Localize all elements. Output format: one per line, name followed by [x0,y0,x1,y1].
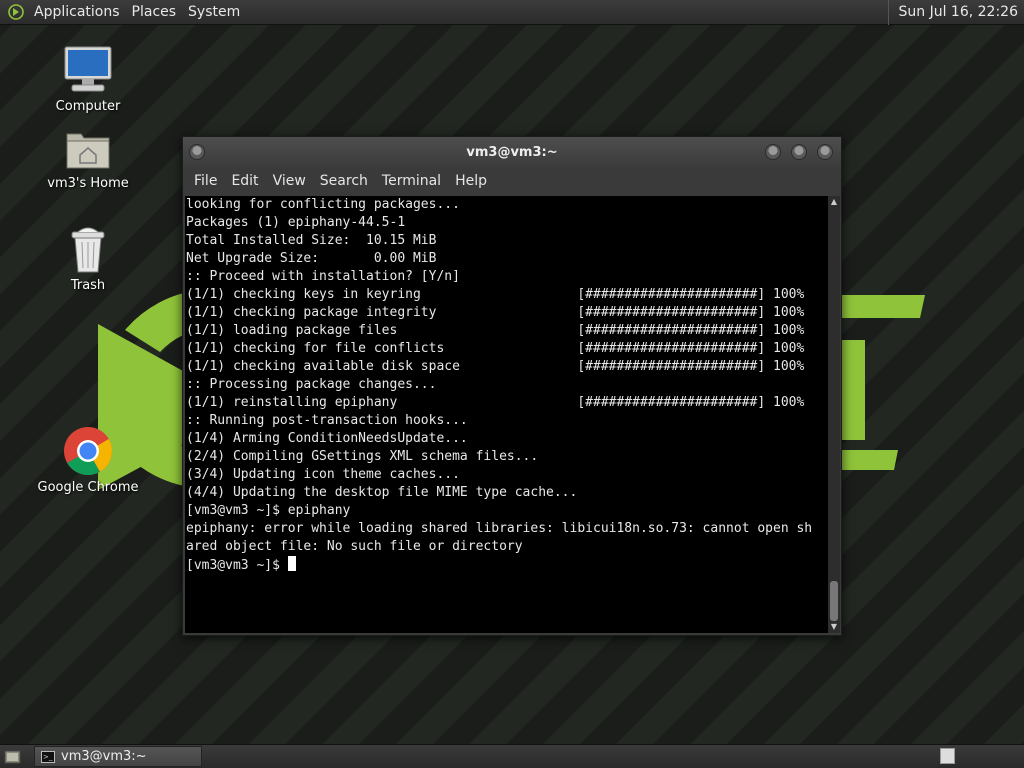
terminal-line: [vm3@vm3 ~]$ epiphany [186,503,351,518]
text-cursor [287,556,296,571]
terminal-line: :: Proceed with installation? [Y/n] [186,269,460,284]
terminal-menubar: File Edit View Search Terminal Help [183,168,841,194]
show-desktop-icon[interactable] [4,748,21,765]
desktop-icon-label: vm3's Home [47,176,129,191]
terminal-line: (3/4) Updating icon theme caches... [186,467,460,482]
terminal-line: looking for conflicting packages... [186,197,460,212]
chrome-icon [64,427,113,476]
scrollbar-thumb[interactable] [830,581,838,621]
menu-file[interactable]: File [187,173,224,189]
terminal-line: (1/1) checking for file conflicts [#####… [186,341,805,356]
close-icon[interactable] [817,144,833,160]
scroll-up-arrow-icon[interactable]: ▲ [828,196,840,208]
terminal-line: (1/1) checking available disk space [###… [186,359,805,374]
terminal-line: epiphany: error while loading shared lib… [186,521,813,536]
bottom-panel: >_ vm3@vm3:~ [0,744,1024,768]
menu-help[interactable]: Help [448,173,494,189]
terminal-line: (4/4) Updating the desktop file MIME typ… [186,485,578,500]
desktop-icon-home[interactable]: vm3's Home [33,128,143,191]
home-folder-icon [66,133,110,169]
places-menu[interactable]: Places [126,4,183,20]
terminal-line: Net Upgrade Size: 0.00 MiB [186,251,437,266]
terminal-line: :: Running post-transaction hooks... [186,413,468,428]
clock[interactable]: Sun Jul 16, 22:26 [887,0,1024,25]
terminal-line: ared object file: No such file or direct… [186,539,523,554]
terminal-icon: >_ [41,750,55,763]
trash-icon [71,227,105,273]
desktop-icon-label: Computer [55,99,121,114]
terminal-line: (1/1) reinstalling epiphany [###########… [186,395,805,410]
taskbar-item-label: vm3@vm3:~ [61,749,147,764]
terminal-prompt: [vm3@vm3 ~]$ [186,558,288,573]
desktop-icon-chrome[interactable]: Google Chrome [33,426,143,495]
terminal-line: (1/1) loading package files [###########… [186,323,805,338]
terminal-output[interactable]: looking for conflicting packages... Pack… [185,196,828,633]
applications-menu[interactable]: Applications [28,4,126,20]
menu-search[interactable]: Search [313,173,375,189]
desktop-icon-computer[interactable]: Computer [33,45,143,114]
menu-terminal[interactable]: Terminal [375,173,448,189]
terminal-line: (1/1) checking package integrity [######… [186,305,805,320]
window-title: vm3@vm3:~ [466,145,558,160]
maximize-icon[interactable] [791,144,807,160]
terminal-line: (1/1) checking keys in keyring [########… [186,287,805,302]
system-menu[interactable]: System [182,4,246,20]
desktop-icon-trash[interactable]: Trash [33,226,143,293]
terminal-line: (2/4) Compiling GSettings XML schema fil… [186,449,539,464]
vertical-scrollbar[interactable]: ▲ ▼ [828,196,840,633]
workspace-switcher[interactable] [940,748,955,764]
scroll-down-arrow-icon[interactable]: ▼ [828,621,840,633]
terminal-window[interactable]: vm3@vm3:~ File Edit View Search Terminal… [182,136,842,636]
menu-view[interactable]: View [266,173,313,189]
top-panel: Applications Places System Sun Jul 16, 2… [0,0,1024,25]
terminal-line: Total Installed Size: 10.15 MiB [186,233,437,248]
mate-logo-icon[interactable] [8,4,24,20]
terminal-line: Packages (1) epiphany-44.5-1 [186,215,406,230]
computer-icon [64,46,112,92]
desktop-icon-label: Trash [70,278,106,293]
minimize-icon[interactable] [765,144,781,160]
terminal-line: :: Processing package changes... [186,377,437,392]
terminal-line: (1/4) Arming ConditionNeedsUpdate... [186,431,468,446]
desktop-icon-label: Google Chrome [37,480,139,495]
taskbar-item-terminal[interactable]: >_ vm3@vm3:~ [34,746,202,767]
terminal-prompt-line[interactable]: [vm3@vm3 ~]$ [185,556,828,575]
menu-edit[interactable]: Edit [224,173,265,189]
window-titlebar[interactable]: vm3@vm3:~ [183,137,841,168]
